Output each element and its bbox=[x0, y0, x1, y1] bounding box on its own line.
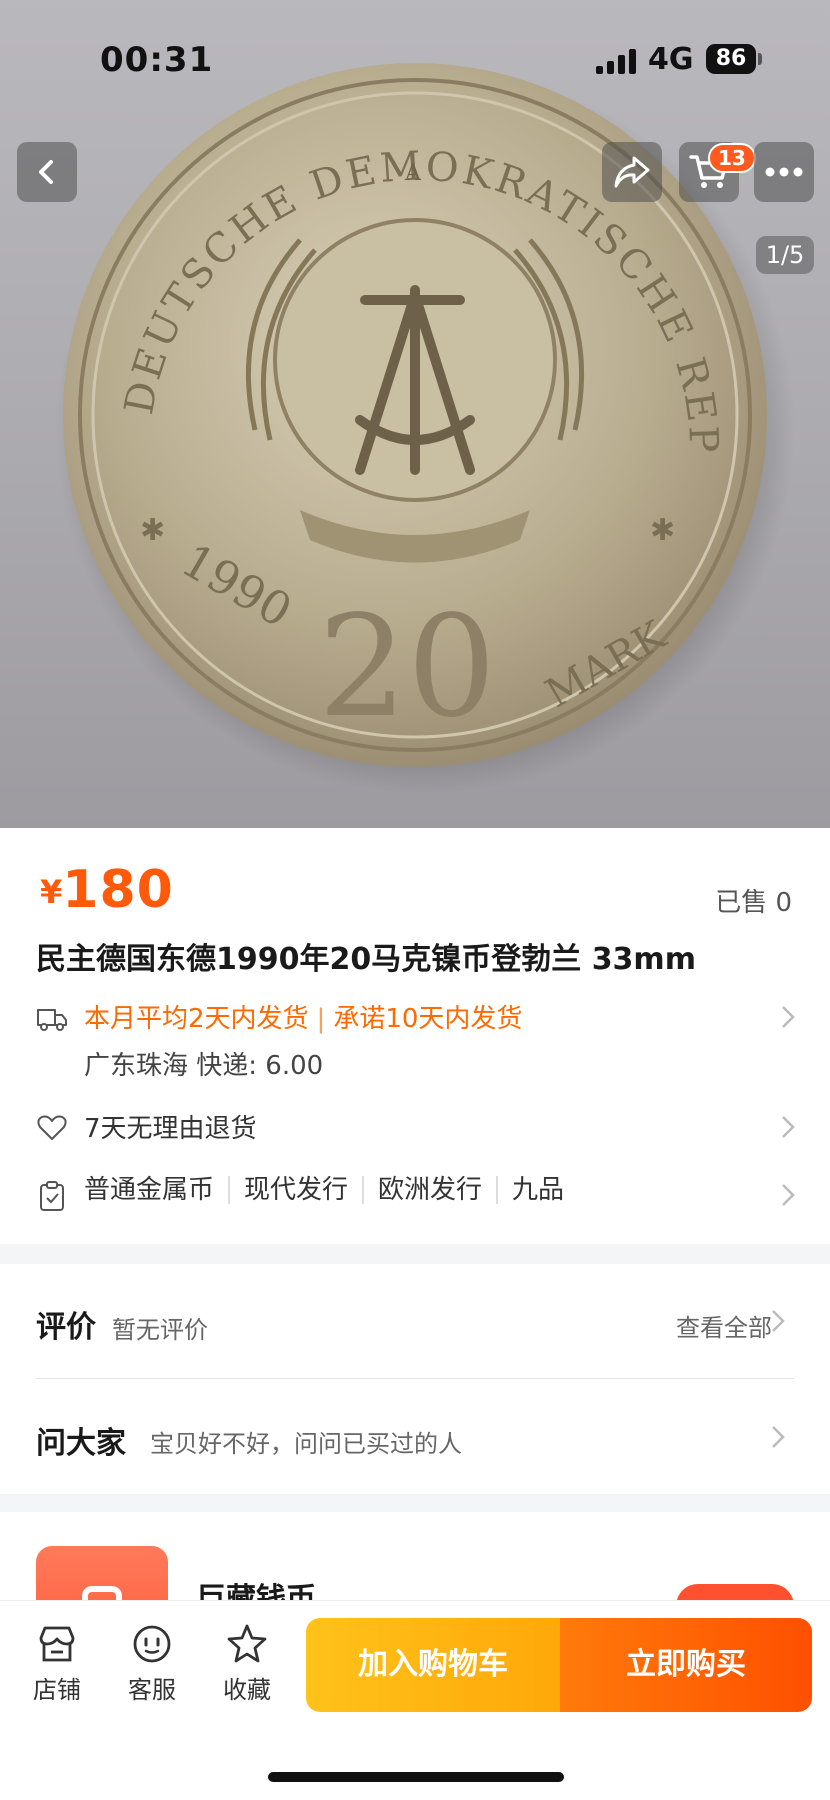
battery-tip bbox=[758, 53, 762, 65]
returns-label: 7天无理由退货 bbox=[84, 1114, 257, 1144]
chevron-right-icon bbox=[782, 1116, 795, 1138]
reviews-title: 评价 bbox=[36, 1310, 96, 1345]
more-button[interactable] bbox=[754, 142, 814, 202]
share-button[interactable] bbox=[602, 142, 662, 202]
product-title: 民主德国东德1990年20马克镍币登勃兰 33mm bbox=[36, 942, 696, 977]
store-icon bbox=[39, 1626, 75, 1662]
see-all-reviews-link[interactable]: 查看全部 bbox=[676, 1308, 772, 1343]
share-icon bbox=[614, 156, 650, 188]
attributes-row[interactable]: 普通金属币 现代发行 欧洲发行 九品 bbox=[36, 1176, 796, 1212]
price-value: 180 bbox=[62, 860, 174, 920]
star-icon bbox=[227, 1624, 267, 1663]
cart-count-badge: 13 bbox=[708, 143, 756, 173]
attribute-tag: 普通金属币 bbox=[84, 1175, 215, 1205]
store-tab[interactable]: 店铺 bbox=[17, 1622, 97, 1705]
coin-photo: DEUTSCHE DEMOKRATISCHE REPUBLIK A ✱ ✱ 19… bbox=[0, 0, 795, 795]
attribute-tag: 现代发行 bbox=[228, 1176, 362, 1204]
shipping-avg: 本月平均2天内发货 bbox=[84, 1004, 309, 1034]
chevron-right-icon bbox=[782, 1006, 795, 1028]
more-dots-icon bbox=[765, 167, 803, 177]
attribute-tag: 九品 bbox=[496, 1176, 578, 1204]
coin-mint-mark: A bbox=[404, 161, 422, 186]
status-bar: 00:31 4G 86 bbox=[0, 0, 830, 120]
store-tab-label: 店铺 bbox=[33, 1676, 81, 1704]
heart-icon bbox=[37, 1115, 67, 1140]
image-pager: 1/5 bbox=[756, 236, 814, 274]
signal-icon bbox=[596, 48, 636, 74]
back-button[interactable] bbox=[17, 142, 77, 202]
shipping-row[interactable]: 本月平均2天内发货 | 承诺10天内发货 广东珠海 快递: 6.00 bbox=[36, 998, 796, 1082]
attribute-tag: 欧洲发行 bbox=[362, 1176, 496, 1204]
service-tab[interactable]: 客服 bbox=[112, 1622, 192, 1705]
qa-subtitle[interactable]: 宝贝好不好，问问已买过的人 bbox=[150, 1424, 462, 1459]
truck-icon bbox=[37, 1009, 67, 1031]
chevron-left-icon bbox=[39, 160, 53, 184]
qa-title[interactable]: 问大家 bbox=[36, 1418, 126, 1462]
add-to-cart-button[interactable]: 加入购物车 bbox=[306, 1618, 560, 1712]
shipping-promise: 本月平均2天内发货 | 承诺10天内发货 bbox=[84, 998, 522, 1035]
buy-now-button[interactable]: 立即购买 bbox=[560, 1618, 812, 1712]
divider bbox=[36, 1378, 794, 1379]
status-time: 00:31 bbox=[100, 40, 214, 80]
chevron-right-icon[interactable] bbox=[770, 1308, 786, 1334]
attribute-tags: 普通金属币 现代发行 欧洲发行 九品 bbox=[84, 1176, 578, 1204]
price-currency: ¥ bbox=[40, 873, 63, 911]
chevron-right-icon[interactable] bbox=[770, 1424, 786, 1450]
coin-value: 20 bbox=[318, 586, 496, 749]
battery-icon: 86 bbox=[706, 44, 756, 74]
separator: | bbox=[316, 1004, 326, 1034]
product-image[interactable]: DEUTSCHE DEMOKRATISCHE REPUBLIK A ✱ ✱ 19… bbox=[0, 0, 830, 828]
sold-count: 已售 0 bbox=[715, 888, 792, 918]
shipping-origin: 广东珠海 快递: 6.00 bbox=[84, 1051, 324, 1081]
coin-star-left: ✱ bbox=[140, 513, 165, 548]
reviews-subtitle: 暂无评价 bbox=[112, 1316, 208, 1344]
shipping-commit: 承诺10天内发货 bbox=[333, 1004, 523, 1034]
chat-face-icon bbox=[133, 1625, 171, 1663]
home-indicator bbox=[268, 1772, 564, 1782]
favorite-tab-label: 收藏 bbox=[223, 1676, 271, 1704]
network-type: 4G bbox=[648, 42, 694, 77]
price: ¥180 bbox=[40, 860, 174, 920]
coin-star-right: ✱ bbox=[650, 513, 675, 548]
returns-row[interactable]: 7天无理由退货 bbox=[36, 1108, 796, 1145]
service-tab-label: 客服 bbox=[128, 1676, 176, 1704]
chevron-right-icon bbox=[782, 1184, 795, 1206]
favorite-tab[interactable]: 收藏 bbox=[207, 1622, 287, 1705]
clipboard-check-icon bbox=[40, 1181, 64, 1211]
